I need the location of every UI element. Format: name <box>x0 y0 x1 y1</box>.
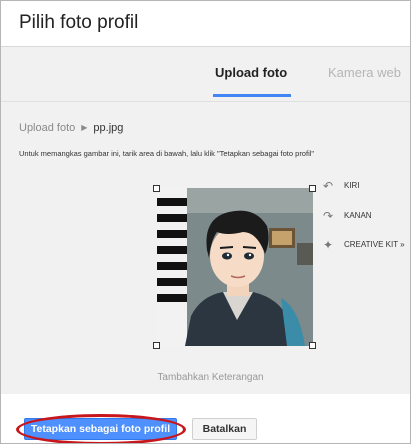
dialog-header: Pilih foto profil <box>1 1 410 47</box>
rotate-right-icon: ↷ <box>323 209 334 223</box>
breadcrumb-root-link[interactable]: Upload foto <box>19 122 75 134</box>
highlight-annotation-ring <box>16 414 186 443</box>
rotate-right-label: KANAN <box>344 211 372 221</box>
upload-panel: Upload foto ▶ pp.jpg Untuk memangkas gamba… <box>1 102 410 394</box>
chevron-right-icon: ▶ <box>81 123 88 132</box>
profile-photo-dialog: Pilih foto profil Upload foto Kamera web… <box>0 0 411 444</box>
crop-handle-bottom-right[interactable] <box>309 342 316 349</box>
breadcrumb-file-name: pp.jpg <box>93 122 124 134</box>
breadcrumb: Upload foto ▶ pp.jpg <box>19 122 123 134</box>
crop-instruction: Untuk memangkas gambar ini, tarik area d… <box>19 149 315 158</box>
rotate-left-icon: ↶ <box>323 179 334 193</box>
rotate-right-tool[interactable]: ↷ KANAN <box>323 209 372 223</box>
active-tab-indicator <box>213 94 291 97</box>
profile-photo-illustration <box>157 188 313 346</box>
striped-background <box>157 188 187 346</box>
tab-webcam[interactable]: Kamera web <box>328 65 401 80</box>
add-caption-label: Tambahkan Keterangan <box>157 372 264 383</box>
rotate-left-label: KIRI <box>344 181 360 191</box>
add-caption-field[interactable]: Tambahkan Keterangan <box>1 372 410 383</box>
creative-kit-tool[interactable]: ✦ CREATIVE KIT » <box>323 238 405 252</box>
rotate-left-tool[interactable]: ↶ KIRI <box>323 179 360 193</box>
tab-bar: Upload foto Kamera web <box>1 47 410 102</box>
tab-upload-photo[interactable]: Upload foto <box>215 65 287 80</box>
cancel-button[interactable]: Batalkan <box>192 418 257 440</box>
dialog-footer: Tetapkan sebagai foto profil Batalkan <box>1 394 410 443</box>
creative-kit-label: CREATIVE KIT » <box>344 240 405 250</box>
crop-handle-bottom-left[interactable] <box>153 342 160 349</box>
dialog-title: Pilih foto profil <box>19 12 139 33</box>
photo-crop-area[interactable] <box>157 188 313 346</box>
crop-handle-top-right[interactable] <box>309 185 316 192</box>
sparkle-icon: ✦ <box>323 238 334 252</box>
crop-handle-top-left[interactable] <box>153 185 160 192</box>
